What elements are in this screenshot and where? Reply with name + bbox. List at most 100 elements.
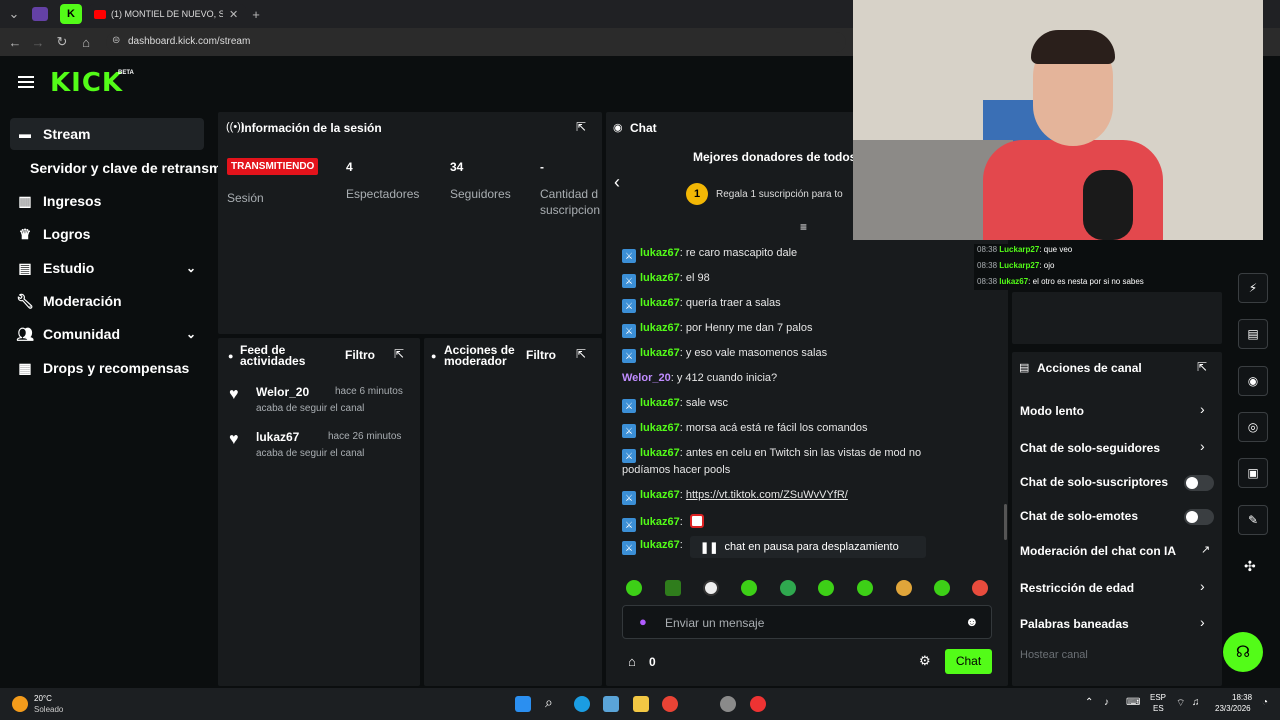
kick-tab-icon[interactable]: K <box>60 4 82 24</box>
reload-icon[interactable]: ↻ <box>52 32 72 52</box>
emote-icon[interactable] <box>665 580 681 596</box>
site-info-icon[interactable]: ⊜ <box>112 35 120 46</box>
chevron-right-icon[interactable]: › <box>1200 438 1205 454</box>
followers-only-row[interactable]: Chat de solo-seguidores <box>1020 441 1160 455</box>
emote-icon[interactable] <box>818 580 834 596</box>
notes-icon[interactable]: ▤ <box>1238 319 1268 349</box>
popout-icon[interactable]: ⇱ <box>576 347 586 361</box>
emote-icon[interactable] <box>896 580 912 596</box>
search-icon[interactable]: ⌕ <box>545 694 553 711</box>
sidebar-item-estudio[interactable]: ▤ Estudio ⌄ <box>10 252 204 284</box>
treasure-icon[interactable]: ⌂ <box>628 654 636 669</box>
chat-link[interactable]: https://vt.tiktok.com/ZSuWvVYfR/ <box>686 489 848 501</box>
chat-message: ⚔ lukaz67: quería traer a salas <box>622 297 781 313</box>
file-explorer-icon[interactable] <box>633 696 649 712</box>
emoji-icon[interactable]: ☻ <box>965 614 979 629</box>
tab-title: (1) MONTIEL DE NUEVO, SALA <box>111 9 223 19</box>
chevron-right-icon[interactable]: › <box>1200 401 1205 417</box>
network-icon[interactable]: ⌔ <box>1176 697 1185 710</box>
channel-actions-title: Acciones de canal <box>1037 361 1142 375</box>
emote-icon[interactable] <box>703 580 719 596</box>
support-headset-icon[interactable]: ☊ <box>1223 632 1263 672</box>
send-chat-button[interactable]: Chat <box>945 649 992 674</box>
youtube-tab[interactable]: (1) MONTIEL DE NUEVO, SALA ✕ <box>88 4 246 24</box>
sidebar-item-label: Ingresos <box>43 193 102 209</box>
live-status-badge: TRANSMITIENDO <box>227 158 319 175</box>
weather-sun-icon[interactable] <box>12 696 28 712</box>
home-icon[interactable]: ⌂ <box>76 32 96 52</box>
chevron-up-icon[interactable]: ⌃ <box>1085 697 1093 708</box>
external-link-icon[interactable]: ↗ <box>1201 543 1210 556</box>
windows-start-icon[interactable] <box>515 696 531 712</box>
sidebar-item-comunidad[interactable]: 👥︎ Comunidad ⌄ <box>10 318 204 350</box>
emote-icon[interactable] <box>741 580 757 596</box>
mic-tray-icon[interactable]: ♪ <box>1104 697 1109 708</box>
activity-filter-button[interactable]: Filtro <box>345 348 375 362</box>
chat-paused-banner[interactable]: ❚❚ chat en pausa para desplazamiento <box>690 536 926 558</box>
sidebar-item-label: Comunidad <box>43 326 120 342</box>
chat-message: ⚔ lukaz67: morsa acá está re fácil los co… <box>622 422 867 438</box>
banned-words-row[interactable]: Palabras baneadas <box>1020 617 1129 631</box>
tab-search-icon[interactable]: ⌄ <box>4 4 24 24</box>
twitch-tab-icon[interactable] <box>32 7 48 21</box>
forward-icon[interactable]: → <box>28 32 48 52</box>
chevron-left-icon[interactable]: ‹ <box>614 172 620 193</box>
popout-icon[interactable]: ⇱ <box>576 120 586 134</box>
kick-logo[interactable]: KICK <box>50 68 123 98</box>
new-tab-icon[interactable]: + <box>246 4 266 24</box>
emote-icon[interactable] <box>934 580 950 596</box>
layout-icon[interactable]: ▣ <box>1238 458 1268 488</box>
app-icon[interactable] <box>603 696 619 712</box>
lightning-icon[interactable]: ⚡︎ <box>1238 273 1268 303</box>
activity-title-2: actividades <box>240 354 306 368</box>
obs-icon[interactable] <box>720 696 736 712</box>
subs-only-toggle[interactable] <box>1184 475 1214 491</box>
subs-value: - <box>540 160 544 174</box>
emote-icon[interactable] <box>857 580 873 596</box>
gear-icon[interactable]: ⚙ <box>919 653 931 669</box>
chat-input[interactable]: ● Enviar un mensaje ☻ <box>622 605 992 639</box>
recorder-icon[interactable] <box>750 696 766 712</box>
activity-user: Welor_20 <box>256 385 310 399</box>
back-icon[interactable]: ← <box>5 32 25 52</box>
weather-temp: 20°C <box>34 694 52 703</box>
age-restriction-row[interactable]: Restricción de edad <box>1020 581 1134 595</box>
sidebar-item-ingresos[interactable]: ▥ Ingresos <box>10 185 204 217</box>
emote-icon[interactable] <box>972 580 988 596</box>
chat-message: ⚔ lukaz67: <box>622 539 683 555</box>
sidebar-item-server-key[interactable]: Servidor y clave de retransm <box>10 152 221 184</box>
emote-icon[interactable] <box>626 580 642 596</box>
slow-mode-row[interactable]: Modo lento <box>1020 404 1084 418</box>
chat-icon[interactable]: ◉ <box>1238 366 1268 396</box>
emotes-only-toggle[interactable] <box>1184 509 1214 525</box>
keyboard-icon[interactable]: ⌨ <box>1126 697 1140 708</box>
chrome-icon[interactable] <box>662 696 678 712</box>
stream-preview-panel <box>1012 292 1222 344</box>
sidebar-item-moderacion[interactable]: 🔧︎ Moderación <box>10 285 204 317</box>
edge-icon[interactable] <box>574 696 590 712</box>
emote-icon[interactable] <box>780 580 796 596</box>
activity-time: hace 6 minutos <box>335 386 403 397</box>
host-channel-row[interactable]: Hostear canal <box>1020 649 1088 661</box>
microphone-icon[interactable]: ● <box>639 614 647 629</box>
ai-moderation-row[interactable]: Moderación del chat con IA <box>1020 544 1176 558</box>
channel-icon: ▤ <box>1019 362 1030 374</box>
sidebar-item-drops[interactable]: ▦ Drops y recompensas <box>10 352 204 384</box>
chevron-right-icon[interactable]: › <box>1200 578 1205 594</box>
popout-icon[interactable]: ⇱ <box>394 347 404 361</box>
share-nodes-icon[interactable]: ✣ <box>1244 558 1256 575</box>
sidebar-item-stream[interactable]: ▬ Stream <box>10 118 204 150</box>
chevron-right-icon[interactable]: › <box>1200 614 1205 630</box>
volume-icon[interactable]: ♫ <box>1192 697 1200 708</box>
wrench-icon[interactable]: ✎ <box>1238 505 1268 535</box>
menu-icon[interactable] <box>18 76 34 88</box>
popout-icon[interactable]: ⇱ <box>1197 360 1207 374</box>
sidebar-item-logros[interactable]: ♛ Logros <box>10 218 204 250</box>
url-field[interactable]: ⊜ dashboard.kick.com/stream <box>106 32 846 52</box>
close-tab-icon[interactable]: ✕ <box>229 8 238 21</box>
collapse-icon[interactable]: ≡ <box>800 220 807 234</box>
chat-scrollbar[interactable] <box>1004 504 1007 540</box>
mod-filter-button[interactable]: Filtro <box>526 348 556 362</box>
broadcast-icon[interactable]: ◎ <box>1238 412 1268 442</box>
notification-icon[interactable]: ◔ <box>1262 697 1268 708</box>
